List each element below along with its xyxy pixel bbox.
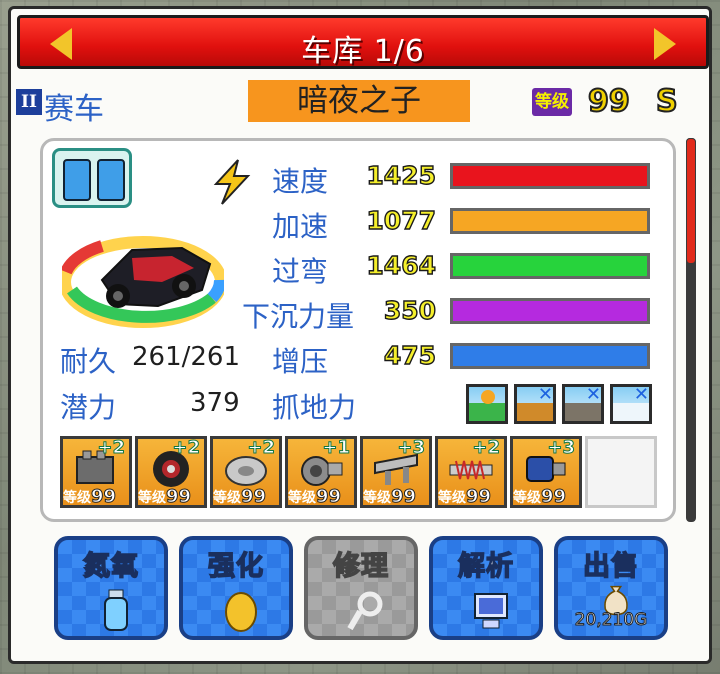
stat-downforce-bar (450, 298, 650, 324)
part-brake[interactable]: +2 等级99 (210, 436, 282, 508)
part-tire-level: 等级99 (138, 486, 192, 508)
part-booster-plus: +3 (547, 437, 576, 459)
car-class-label: 赛车 (44, 92, 104, 127)
title-bar: 车库 1/6 (17, 15, 709, 69)
part-suspension-plus: +2 (472, 437, 501, 459)
stat-accel-bar (450, 208, 650, 234)
stat-cornering-bar (450, 253, 650, 279)
stat-speed-bar (450, 163, 650, 189)
fuel-tank-icon (52, 148, 132, 208)
wrench-icon (347, 591, 383, 631)
part-booster-level: 等级99 (513, 486, 567, 508)
part-engine[interactable]: +2 等级99 (60, 436, 132, 508)
part-turbo-plus: +1 (322, 437, 351, 459)
sell-button[interactable]: 出售 20,210G (554, 536, 668, 640)
part-turbo-level: 等级99 (288, 486, 342, 508)
potential-label: 潜力 (60, 391, 117, 424)
part-brake-plus: +2 (247, 437, 276, 459)
car-grade: S (655, 83, 679, 120)
part-booster[interactable]: +3 等级99 (510, 436, 582, 508)
terrain-rock-icon: ✕ (562, 384, 604, 424)
grip-label: 抓地力 (272, 391, 357, 424)
part-wing-plus: +3 (397, 437, 426, 459)
analyze-button[interactable]: 解析 (429, 536, 543, 640)
lightning-icon (213, 159, 251, 205)
repair-button-label: 修理 (332, 550, 389, 583)
stat-accel-label: 加速 (272, 210, 329, 243)
part-turbo[interactable]: +1 等级99 (285, 436, 357, 508)
upgrade-button-label: 强化 (207, 550, 264, 583)
part-suspension-level: 等级99 (438, 486, 492, 508)
car-name[interactable]: 暗夜之子 (248, 80, 470, 122)
repair-button[interactable]: 修理 (304, 536, 418, 640)
durability-value: 261/261 (132, 342, 241, 372)
class-badge: II (16, 89, 42, 115)
car-level: 99 (587, 83, 631, 120)
part-wing-level: 等级99 (363, 486, 417, 508)
potential-value: 379 (190, 388, 240, 418)
terrain-road-icon (466, 384, 508, 424)
egg-icon (225, 592, 257, 632)
part-tire-plus: +2 (172, 437, 201, 459)
arrow-right-icon[interactable] (654, 28, 676, 60)
nitro-button-label: 氮氧 (82, 550, 139, 583)
page-title: 车库 1/6 (301, 34, 425, 69)
stat-accel-value: 1077 (366, 205, 437, 235)
level-badge: 等级 (532, 88, 572, 116)
stat-cornering-value: 1464 (366, 250, 437, 280)
part-brake-level: 等级99 (213, 486, 267, 508)
part-tire[interactable]: +2 等级99 (135, 436, 207, 508)
stat-boost-bar (450, 343, 650, 369)
stat-cornering-label: 过弯 (272, 255, 329, 288)
nitro-button[interactable]: 氮氧 (54, 536, 168, 640)
stat-downforce-value: 350 (383, 295, 437, 325)
durability-label: 耐久 (60, 345, 117, 378)
terrain-snow-icon: ✕ (610, 384, 652, 424)
nitro-bottle-icon (104, 589, 128, 631)
part-suspension[interactable]: +2 等级99 (435, 436, 507, 508)
race-car-icon (62, 236, 224, 328)
part-engine-level: 等级99 (63, 486, 117, 508)
analyze-button-label: 解析 (457, 550, 514, 583)
part-wing[interactable]: +3 等级99 (360, 436, 432, 508)
sell-button-label: 出售 (582, 550, 639, 583)
part-engine-plus: +2 (97, 437, 126, 459)
upgrade-button[interactable]: 强化 (179, 536, 293, 640)
car-header-row: II 赛车 暗夜之子 等级 99 S (16, 80, 696, 128)
computer-icon (474, 593, 508, 629)
terrain-dirt-icon: ✕ (514, 384, 556, 424)
stat-downforce-label: 下沉力量 (242, 300, 355, 333)
part-slot-empty[interactable] (585, 436, 657, 508)
stat-speed-value: 1425 (366, 160, 437, 190)
stat-boost-value: 475 (383, 340, 437, 370)
sell-price: 20,210G (574, 610, 648, 631)
stat-speed-label: 速度 (272, 165, 329, 198)
scrollbar-thumb[interactable] (686, 138, 696, 264)
stat-boost-label: 增压 (272, 345, 329, 378)
